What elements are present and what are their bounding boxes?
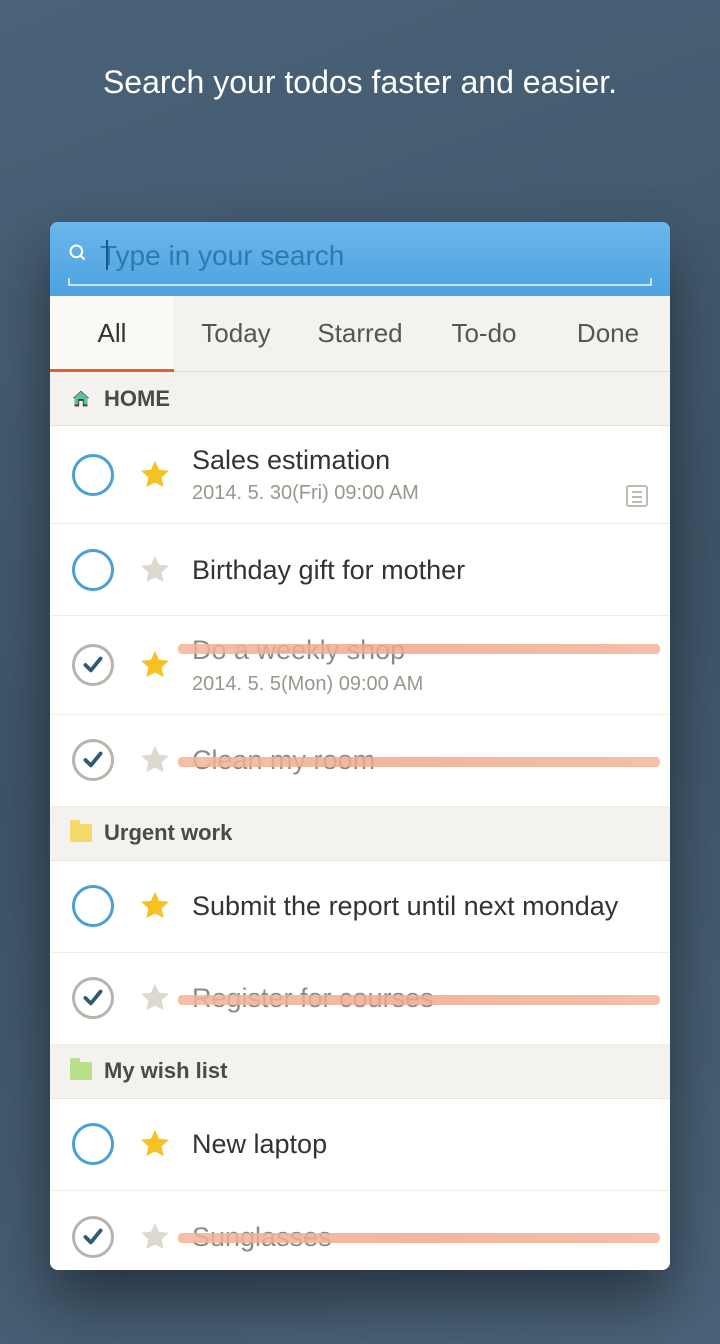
tab-starred[interactable]: Starred	[298, 296, 422, 371]
checkbox[interactable]	[72, 644, 114, 686]
star-icon[interactable]	[138, 553, 172, 587]
todo-item-register[interactable]: Register for courses	[50, 953, 670, 1045]
section-title: My wish list	[104, 1058, 227, 1084]
tab-today[interactable]: Today	[174, 296, 298, 371]
item-title: New laptop	[192, 1128, 648, 1160]
search-icon	[68, 243, 88, 269]
checkbox[interactable]	[72, 977, 114, 1019]
checkbox[interactable]	[72, 549, 114, 591]
star-icon[interactable]	[138, 1220, 172, 1254]
star-icon[interactable]	[138, 648, 172, 682]
text-cursor	[106, 240, 108, 270]
tab-done[interactable]: Done	[546, 296, 670, 371]
section-header-urgent[interactable]: Urgent work	[50, 807, 670, 861]
todo-item-sunglasses[interactable]: Sunglasses	[50, 1191, 670, 1270]
strikethrough	[178, 1233, 660, 1243]
todo-item-report[interactable]: Submit the report until next monday	[50, 861, 670, 953]
item-title: Birthday gift for mother	[192, 554, 648, 586]
filter-tabs: All Today Starred To-do Done	[50, 296, 670, 372]
item-subtitle: 2014. 5. 30(Fri) 09:00 AM	[192, 482, 648, 505]
section-title: Urgent work	[104, 820, 232, 846]
todo-item-gift[interactable]: Birthday gift for mother	[50, 524, 670, 616]
item-title: Submit the report until next monday	[192, 890, 648, 922]
star-icon[interactable]	[138, 981, 172, 1015]
star-icon[interactable]	[138, 458, 172, 492]
checkbox[interactable]	[72, 739, 114, 781]
todo-item-weekly[interactable]: Do a weekly shop 2014. 5. 5(Mon) 09:00 A…	[50, 616, 670, 714]
todo-item-laptop[interactable]: New laptop	[50, 1099, 670, 1191]
star-icon[interactable]	[138, 1127, 172, 1161]
folder-icon	[70, 1062, 92, 1080]
todo-item-clean[interactable]: Clean my room	[50, 715, 670, 807]
checkbox[interactable]	[72, 454, 114, 496]
todo-card: All Today Starred To-do Done HOME Sales …	[50, 222, 670, 1270]
star-icon[interactable]	[138, 743, 172, 777]
search-underline	[68, 278, 652, 286]
item-subtitle: 2014. 5. 5(Mon) 09:00 AM	[192, 673, 648, 696]
tab-todo[interactable]: To-do	[422, 296, 546, 371]
section-title: HOME	[104, 386, 170, 412]
section-header-home[interactable]: HOME	[50, 372, 670, 426]
strikethrough	[178, 644, 660, 654]
strikethrough	[178, 995, 660, 1005]
note-icon[interactable]	[626, 485, 648, 507]
section-header-wish[interactable]: My wish list	[50, 1045, 670, 1099]
folder-icon	[70, 824, 92, 842]
strikethrough	[178, 757, 660, 767]
search-bar[interactable]	[50, 222, 670, 296]
checkbox[interactable]	[72, 885, 114, 927]
star-icon[interactable]	[138, 889, 172, 923]
todo-item-sales[interactable]: Sales estimation 2014. 5. 30(Fri) 09:00 …	[50, 426, 670, 524]
search-input[interactable]	[100, 240, 652, 272]
item-title: Sales estimation	[192, 444, 648, 476]
page-headline: Search your todos faster and easier.	[0, 64, 720, 101]
home-icon	[70, 388, 92, 410]
checkbox[interactable]	[72, 1216, 114, 1258]
tab-all[interactable]: All	[50, 296, 174, 371]
checkbox[interactable]	[72, 1123, 114, 1165]
